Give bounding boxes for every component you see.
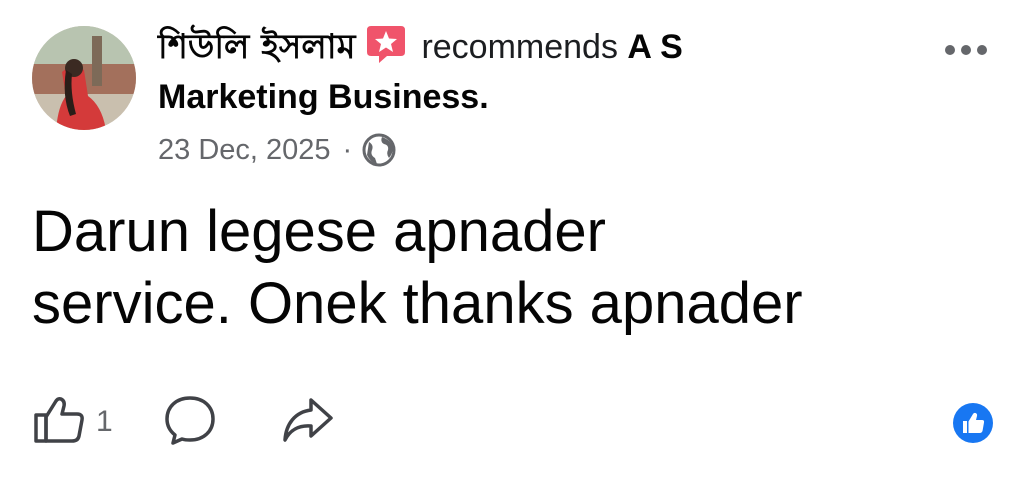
recommends-text: recommends — [421, 28, 618, 66]
page-name-part1[interactable]: A S — [627, 28, 682, 66]
post-meta: 23 Dec, 2025 · — [158, 130, 396, 170]
comment-button[interactable] — [163, 394, 217, 451]
post-body: Darun legese apnader service. Onek thank… — [32, 196, 1002, 340]
author-name[interactable]: শিউলি ইসলাম — [158, 27, 355, 67]
share-button[interactable] — [281, 396, 335, 449]
like-count: 1 — [96, 405, 113, 438]
post-body-line: Darun legese apnader — [32, 199, 606, 264]
page-name-part2[interactable]: Marketing Business. — [158, 78, 489, 116]
recommend-star-icon — [365, 22, 407, 64]
avatar[interactable] — [32, 26, 136, 130]
comment-bubble-icon — [163, 394, 217, 451]
post-body-line: service. Onek thanks apnader — [32, 271, 803, 336]
like-reaction-icon[interactable] — [952, 402, 994, 444]
globe-icon[interactable] — [362, 133, 396, 167]
share-arrow-icon — [281, 396, 335, 449]
meta-separator: · — [342, 134, 353, 166]
action-bar: 1 — [32, 392, 335, 452]
like-button[interactable]: 1 — [32, 395, 113, 450]
more-horizontal-icon[interactable] — [944, 42, 988, 58]
post-date[interactable]: 23 Dec, 2025 — [158, 130, 331, 170]
thumbs-up-outline-icon — [32, 395, 88, 450]
post-header: শিউলি ইসলাম recommends A S Marketing Busi… — [158, 22, 918, 122]
